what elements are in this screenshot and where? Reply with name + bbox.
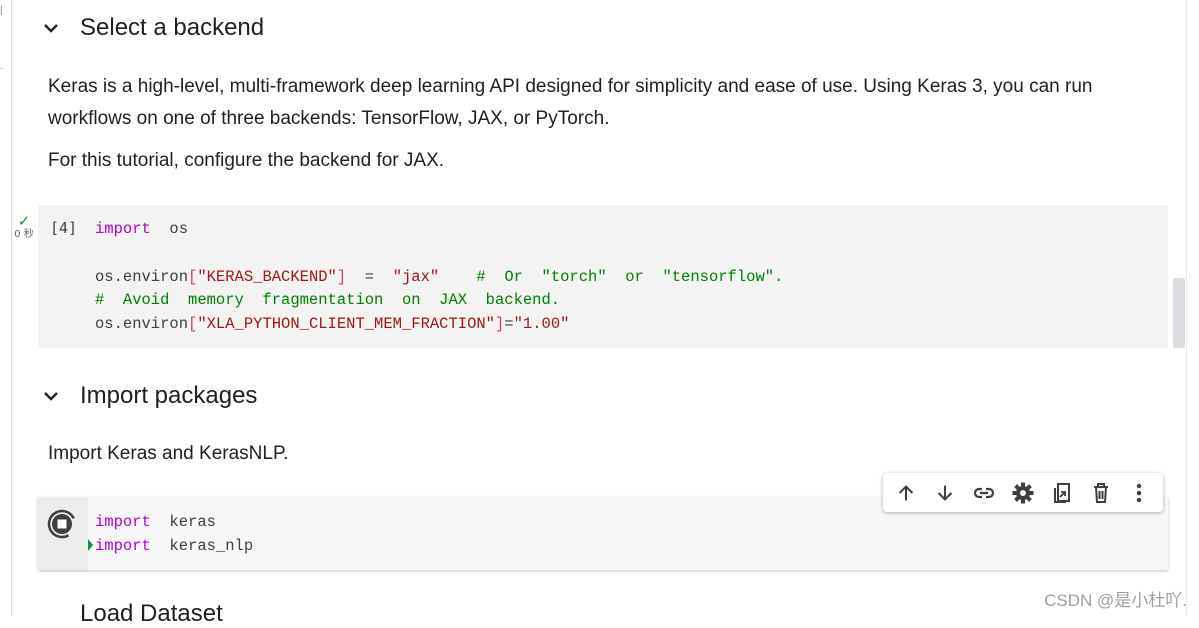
more-actions-button[interactable] xyxy=(1124,478,1154,508)
mirror-cell-button[interactable] xyxy=(1047,478,1077,508)
check-icon: ✓ xyxy=(17,213,31,230)
section-title-imports: Import packages xyxy=(80,382,258,409)
arrow-down-icon xyxy=(938,485,953,501)
backend-description: Keras is a high-level, multi-framework d… xyxy=(48,76,1093,129)
imports-description: Import Keras and KerasNLP. xyxy=(48,443,289,464)
gear-icon xyxy=(1012,482,1034,503)
code-line-4: # Avoid memory fragmentation on JAX back… xyxy=(95,289,560,313)
cell-exec-time: 0 秒 xyxy=(14,229,34,240)
move-up-button[interactable] xyxy=(891,478,921,508)
code-line-3: os.environ["KERAS_BACKEND"] = "jax" # Or… xyxy=(95,266,783,290)
cell-settings-button[interactable] xyxy=(1008,478,1038,508)
chevron-down-icon[interactable] xyxy=(40,385,62,407)
string: "1.00" xyxy=(513,315,570,333)
execution-count: [4] xyxy=(50,219,78,237)
operator: = xyxy=(504,315,514,333)
more-vert-icon xyxy=(1137,483,1142,502)
code-line-1: import keras xyxy=(95,511,216,535)
bracket: ] xyxy=(494,315,505,333)
trash-icon xyxy=(1093,482,1108,503)
move-down-button[interactable] xyxy=(930,478,960,508)
code-text: os.environ xyxy=(95,315,189,333)
comment: # Avoid memory fragmentation on JAX back… xyxy=(95,291,561,309)
backend-instruction: For this tutorial, configure the backend… xyxy=(48,150,445,171)
section-backend-header: Select a backend xyxy=(40,11,264,45)
code-text: os.environ xyxy=(95,268,189,286)
code-line-2: import keras_nlp xyxy=(95,535,253,559)
cell-status: ✓ 0 秒 xyxy=(13,213,35,241)
bracket: [ xyxy=(188,315,198,333)
mirror-cell-icon xyxy=(1053,482,1070,503)
stop-execution-button[interactable] xyxy=(46,508,78,540)
keyword: import xyxy=(95,220,151,238)
bracket: [ xyxy=(188,268,198,286)
scrollbar-track[interactable] xyxy=(1186,0,1187,616)
left-border xyxy=(11,0,12,616)
left-tick-2: · xyxy=(0,63,4,74)
section-title-backend: Select a backend xyxy=(80,14,265,41)
section-imports-header: Import packages xyxy=(40,379,257,413)
string: "XLA_PYTHON_CLIENT_MEM_FRACTION" xyxy=(197,315,495,333)
link-icon xyxy=(974,487,995,498)
keyword: import xyxy=(95,537,151,555)
comment: # Or "torch" or "tensorflow". xyxy=(439,268,784,286)
delete-cell-button[interactable] xyxy=(1086,478,1116,508)
code-text: keras xyxy=(150,513,216,531)
left-tick-1: | xyxy=(0,5,3,16)
code-text: os xyxy=(150,220,189,238)
keyword: import xyxy=(95,513,151,531)
string: "jax" xyxy=(392,268,440,286)
arrow-up-icon xyxy=(899,484,914,500)
code-line-5: os.environ["XLA_PYTHON_CLIENT_MEM_FRACTI… xyxy=(95,313,569,337)
cell-toolbar xyxy=(883,473,1163,512)
section-title-next: Load Dataset xyxy=(80,600,223,627)
watermark: CSDN @是小杜吖. xyxy=(1044,591,1187,610)
scrollbar-thumb[interactable] xyxy=(1173,278,1185,348)
operator: = xyxy=(346,268,393,286)
string: "KERAS_BACKEND" xyxy=(197,268,337,286)
bracket: ] xyxy=(336,268,347,286)
chevron-down-icon[interactable] xyxy=(40,17,62,39)
copy-link-button[interactable] xyxy=(969,478,999,508)
code-line-1: import os xyxy=(95,218,188,242)
code-text: keras_nlp xyxy=(150,537,254,555)
cursor-marker xyxy=(88,539,93,551)
